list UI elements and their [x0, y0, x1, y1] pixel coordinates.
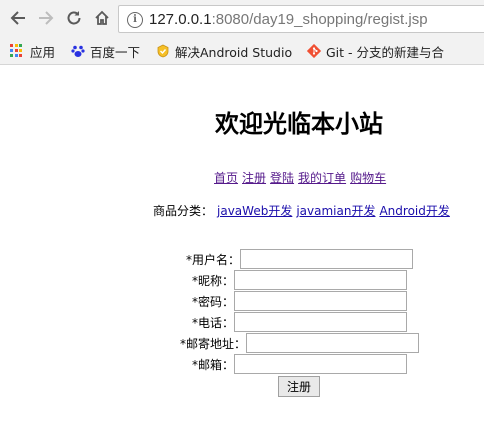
git-icon — [307, 44, 321, 58]
form-row-password: *密码： — [192, 291, 408, 311]
bookmark-git[interactable]: Git - 分支的新建与合 — [307, 42, 444, 60]
nav-register-link[interactable]: 注册 — [242, 171, 266, 185]
bookmark-label: 解决Android Studio — [175, 44, 293, 60]
bookmark-baidu[interactable]: 百度一下 — [71, 42, 140, 60]
category-javamian-link[interactable]: javamian开发 — [296, 204, 375, 218]
email-input[interactable] — [234, 354, 408, 374]
bookmark-label: Git - 分支的新建与合 — [326, 44, 445, 60]
baidu-paw-icon — [71, 45, 85, 57]
email-label: *邮箱： — [192, 357, 235, 372]
address-input[interactable] — [246, 333, 420, 353]
phone-input[interactable] — [234, 312, 408, 332]
phone-label: *电话： — [192, 315, 235, 330]
address-bar[interactable]: i 127.0.0.1:8080/day19_shopping/regist.j… — [118, 5, 484, 33]
bookmark-label: 百度一下 — [90, 44, 141, 60]
nav-cart-link[interactable]: 购物车 — [350, 171, 386, 185]
address-label: *邮寄地址： — [180, 336, 247, 351]
category-label: 商品分类： — [153, 204, 214, 218]
nav-home-link[interactable]: 首页 — [214, 171, 238, 185]
bookmark-apps[interactable]: 应用 — [10, 42, 55, 60]
browser-toolbar: i 127.0.0.1:8080/day19_shopping/regist.j… — [0, 0, 484, 38]
info-icon[interactable]: i — [127, 12, 143, 28]
badge-icon — [157, 44, 169, 58]
reload-icon[interactable] — [64, 8, 84, 28]
nav-orders-link[interactable]: 我的订单 — [298, 171, 346, 185]
bookmark-label: 应用 — [30, 44, 56, 60]
category-bar: 商品分类： javaWeb开发 javamian开发 Android开发 — [153, 202, 454, 219]
register-button[interactable]: 注册 — [278, 376, 320, 397]
category-javaweb-link[interactable]: javaWeb开发 — [217, 204, 292, 218]
home-icon[interactable] — [92, 8, 112, 28]
password-input[interactable] — [234, 291, 408, 311]
form-row-address: *邮寄地址： — [180, 333, 420, 353]
username-label: *用户名： — [186, 252, 241, 267]
password-label: *密码： — [192, 294, 235, 309]
apps-grid-icon — [10, 44, 24, 58]
username-input[interactable] — [240, 249, 414, 269]
back-arrow-icon[interactable] — [8, 8, 28, 28]
bookmarks-bar: 应用 百度一下 解决Android Studio Git - 分支的新建与合 — [0, 38, 484, 65]
form-row-nickname: *昵称： — [192, 270, 408, 290]
page-title: 欢迎光临本小站 — [215, 110, 383, 138]
form-row-phone: *电话： — [192, 312, 408, 332]
nickname-label: *昵称： — [192, 273, 235, 288]
nickname-input[interactable] — [234, 270, 408, 290]
forward-arrow-icon[interactable] — [36, 8, 56, 28]
form-row-email: *邮箱： — [192, 354, 408, 374]
category-android-link[interactable]: Android开发 — [379, 204, 449, 218]
url-text: 127.0.0.1:8080/day19_shopping/regist.jsp — [149, 11, 428, 28]
nav-login-link[interactable]: 登陆 — [270, 171, 294, 185]
bookmark-android-studio[interactable]: 解决Android Studio — [156, 42, 292, 60]
site-nav: 首页 注册 登陆 我的订单 购物车 — [214, 169, 390, 186]
form-row-username: *用户名： — [186, 249, 414, 269]
